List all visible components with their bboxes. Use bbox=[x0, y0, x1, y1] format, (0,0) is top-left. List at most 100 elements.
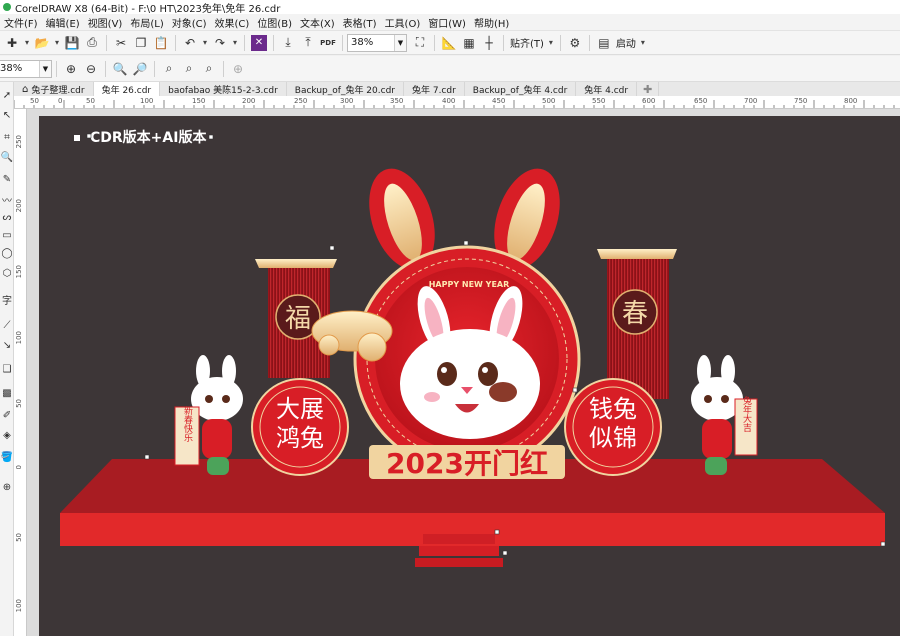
grid-icon[interactable]: ▦ bbox=[459, 33, 479, 53]
undo-dropdown-chevron-icon[interactable]: ▾ bbox=[200, 33, 210, 53]
vertical-ruler[interactable]: 250 200 150 100 50 0 50 100 bbox=[14, 109, 27, 636]
pick-tool-icon[interactable]: ➚ bbox=[0, 88, 14, 102]
text-tool-icon[interactable]: 字 bbox=[0, 292, 14, 307]
import-icon[interactable]: ⤓ bbox=[278, 33, 298, 53]
tab-document[interactable]: baofabao 美陈15-2-3.cdr bbox=[160, 82, 287, 96]
export-icon[interactable]: ⤒ bbox=[298, 33, 318, 53]
tab-label: 兔子整理.cdr bbox=[31, 85, 85, 96]
menu-window[interactable]: 窗口(W) bbox=[424, 15, 470, 30]
zoom-out-icon[interactable]: ⊖ bbox=[81, 59, 101, 79]
cut-icon[interactable]: ✂ bbox=[111, 33, 131, 53]
redo-icon[interactable]: ↷ bbox=[210, 33, 230, 53]
print-icon[interactable]: ⎙ bbox=[82, 33, 102, 53]
zoom-to-page-height-icon[interactable]: ⌕ bbox=[199, 59, 219, 79]
tab-document[interactable]: Backup_of_兔年 4.cdr bbox=[465, 82, 577, 96]
transparency-tool-icon[interactable]: ▩ bbox=[0, 386, 14, 400]
shape-tool-icon[interactable]: ↖ bbox=[0, 108, 14, 122]
parallel-dimension-tool-icon[interactable]: ⟋ bbox=[0, 318, 14, 332]
zoom-in-icon[interactable]: ⊕ bbox=[61, 59, 81, 79]
application-launcher-icon[interactable]: ▤ bbox=[594, 33, 614, 53]
zoom-level-combo[interactable]: 38% ▼ bbox=[347, 33, 407, 52]
tab-document[interactable]: Backup_of_兔年 20.cdr bbox=[287, 82, 404, 96]
menu-help[interactable]: 帮助(H) bbox=[470, 15, 513, 30]
menu-tools[interactable]: 工具(O) bbox=[381, 15, 425, 30]
guidelines-icon[interactable]: ┼ bbox=[479, 33, 499, 53]
application-launcher-button[interactable]: 启动 bbox=[614, 35, 638, 50]
zoom-tool-icon[interactable]: 🔍 bbox=[0, 150, 14, 164]
interactive-fill-tool-icon[interactable]: ◈ bbox=[0, 428, 14, 442]
menu-object[interactable]: 对象(C) bbox=[168, 15, 211, 30]
open-icon[interactable]: 📂 bbox=[32, 33, 52, 53]
tab-label: 兔年 26.cdr bbox=[101, 85, 152, 96]
home-icon[interactable]: ⌂ bbox=[22, 84, 28, 95]
paste-icon[interactable]: 📋 bbox=[151, 33, 171, 53]
snap-to-chevron-icon[interactable]: ▾ bbox=[546, 33, 556, 53]
left-round-medallion[interactable]: 大展 鸿兔 bbox=[251, 378, 349, 476]
menu-text[interactable]: 文本(X) bbox=[296, 15, 339, 30]
tab-document[interactable]: 兔年 7.cdr bbox=[404, 82, 465, 96]
horizontal-ruler[interactable]: 50 0 50 100 150 200 250 300 350 400 450 … bbox=[14, 96, 900, 109]
options-icon[interactable]: ⚙ bbox=[565, 33, 585, 53]
undo-icon[interactable]: ↶ bbox=[180, 33, 200, 53]
launcher-chevron-icon[interactable]: ▾ bbox=[638, 33, 648, 53]
right-round-medallion[interactable]: 钱兔 似锦 bbox=[564, 378, 662, 476]
freehand-tool-icon[interactable]: ✎ bbox=[0, 172, 14, 186]
full-screen-icon[interactable]: ⛶ bbox=[410, 33, 430, 53]
rulers-icon[interactable]: 📐 bbox=[439, 33, 459, 53]
zoom-levels-combo[interactable]: 38% ▼ bbox=[0, 59, 52, 78]
chevron-down-icon[interactable]: ▼ bbox=[39, 60, 51, 77]
redo-dropdown-chevron-icon[interactable]: ▾ bbox=[230, 33, 240, 53]
ruler-tick-label: 100 bbox=[15, 331, 23, 345]
corel-connect-icon[interactable]: ✕ bbox=[251, 34, 267, 51]
copy-icon[interactable]: ❐ bbox=[131, 33, 151, 53]
drawing-canvas[interactable]: CDR版本+AI版本 福 春 HAPPY NEW YEAR 大展 鸿兔 钱兔 似… bbox=[27, 109, 900, 636]
left-small-bunny[interactable]: 新春快乐 bbox=[174, 355, 243, 475]
ruler-ticks bbox=[14, 100, 895, 108]
left-circle-line-2: 鸿兔 bbox=[276, 424, 324, 452]
golden-cloud[interactable] bbox=[311, 310, 393, 362]
zoom-to-all-objects-icon[interactable]: 🔎 bbox=[130, 59, 150, 79]
tab-document[interactable]: ⌂ 兔子整理.cdr bbox=[14, 82, 94, 96]
menu-effects[interactable]: 效果(C) bbox=[211, 15, 254, 30]
new-year-stage-artwork[interactable]: 福 春 HAPPY NEW YEAR 大展 鸿兔 钱兔 似锦 2023开门红 新… bbox=[27, 109, 900, 636]
ruler-tick-label: 150 bbox=[15, 265, 23, 279]
menu-layout[interactable]: 布局(L) bbox=[126, 15, 167, 30]
menu-edit[interactable]: 编辑(E) bbox=[42, 15, 84, 30]
year-headline[interactable]: 2023开门红 bbox=[369, 445, 565, 480]
publish-pdf-icon[interactable]: PDF bbox=[318, 33, 338, 53]
save-icon[interactable]: 💾 bbox=[62, 33, 82, 53]
new-dropdown-chevron-icon[interactable]: ▾ bbox=[22, 33, 32, 53]
menu-view[interactable]: 视图(V) bbox=[84, 15, 127, 30]
smart-fill-tool-icon[interactable]: ᔕ bbox=[0, 210, 14, 224]
right-small-bunny[interactable]: 兔年大吉 bbox=[691, 355, 758, 475]
polygon-tool-icon[interactable]: ⬡ bbox=[0, 266, 14, 280]
document-tabs: ⌂ 兔子整理.cdr 兔年 26.cdr baofabao 美陈15-2-3.c… bbox=[14, 82, 900, 96]
menu-bitmaps[interactable]: 位图(B) bbox=[253, 15, 296, 30]
open-dropdown-chevron-icon[interactable]: ▾ bbox=[52, 33, 62, 53]
artistic-media-tool-icon[interactable]: 〰 bbox=[0, 192, 14, 207]
zoom-to-page-width-icon[interactable]: ⌕ bbox=[179, 59, 199, 79]
crop-tool-icon[interactable]: ⌗ bbox=[0, 130, 14, 144]
chevron-down-icon[interactable]: ▼ bbox=[394, 34, 406, 51]
tab-document[interactable]: 兔年 4.cdr bbox=[576, 82, 638, 96]
rectangle-tool-icon[interactable]: ▭ bbox=[0, 228, 14, 242]
connector-tool-icon[interactable]: ↘ bbox=[0, 338, 14, 352]
ruler-tick-label: 50 bbox=[15, 399, 23, 408]
menu-file[interactable]: 文件(F) bbox=[0, 15, 42, 30]
color-eyedropper-tool-icon[interactable]: ✐ bbox=[0, 408, 14, 422]
new-icon[interactable]: ✚ bbox=[2, 33, 22, 53]
drop-shadow-tool-icon[interactable]: ❑ bbox=[0, 362, 14, 376]
add-tool-icon[interactable]: ⊕ bbox=[0, 480, 14, 494]
add-preset-icon[interactable]: ⊕ bbox=[228, 59, 248, 79]
tab-label: Backup_of_兔年 4.cdr bbox=[472, 85, 568, 96]
smart-fill-bucket-icon[interactable]: 🪣 bbox=[0, 450, 14, 464]
zoom-to-page-icon[interactable]: ⌕ bbox=[159, 59, 179, 79]
add-tab-icon[interactable]: ✚ bbox=[637, 82, 660, 96]
right-hanging-panel[interactable]: 春 bbox=[597, 249, 677, 399]
snap-to-button[interactable]: 贴齐(T) bbox=[508, 35, 546, 50]
zoom-to-selected-icon[interactable]: 🔍 bbox=[110, 59, 130, 79]
tab-document-active[interactable]: 兔年 26.cdr bbox=[93, 82, 161, 96]
right-circle-line-2: 似锦 bbox=[589, 424, 637, 452]
ellipse-tool-icon[interactable]: ◯ bbox=[0, 246, 14, 260]
menu-table[interactable]: 表格(T) bbox=[339, 15, 381, 30]
